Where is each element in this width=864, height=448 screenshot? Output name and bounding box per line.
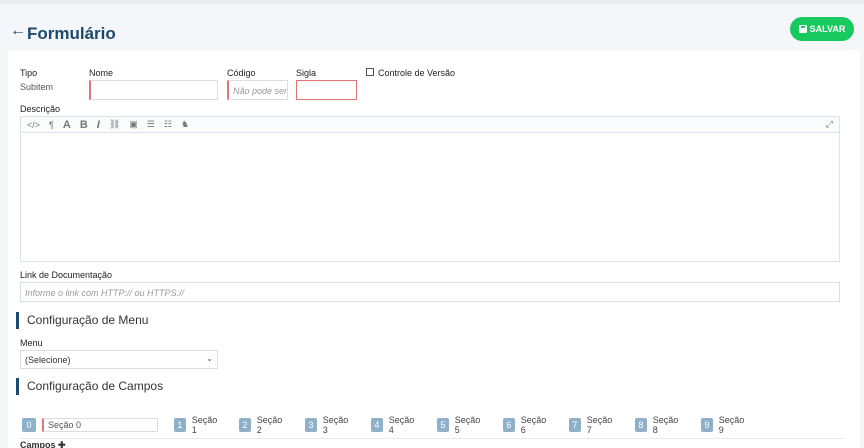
clear-format-icon[interactable]: ♞	[181, 119, 189, 130]
tab-label: Seção 3	[322, 415, 349, 435]
tipo-label: Tipo	[20, 68, 38, 78]
tab-label: Seção 6	[520, 415, 547, 435]
codigo-label: Código	[227, 68, 256, 78]
link-label: Link de Documentação	[20, 270, 113, 280]
tab-secao-2[interactable]: 2 Seção 2	[239, 415, 285, 435]
floppy-disk-icon	[798, 25, 807, 33]
menu-label: Menu	[20, 338, 43, 348]
tab-number: 7	[569, 418, 581, 432]
tab-label: Seção 1	[191, 415, 218, 435]
chevron-down-icon: ⌄	[206, 354, 213, 363]
controle-versao-checkbox[interactable]	[366, 68, 374, 76]
form-card: Tipo Subitem Nome Código Não pode ser Si…	[8, 50, 860, 448]
top-strip	[0, 0, 864, 4]
tab-number: 9	[701, 418, 713, 432]
tab-label: Seção 8	[652, 415, 679, 435]
controle-versao-label: Controle de Versão	[378, 68, 456, 78]
ordered-list-icon[interactable]: ☷	[164, 119, 172, 130]
section-name-input[interactable]: Seção 0	[42, 418, 158, 432]
code-view-icon[interactable]: </>	[27, 120, 40, 130]
description-editor[interactable]	[20, 133, 840, 262]
sigla-input[interactable]	[296, 80, 357, 100]
back-arrow-icon[interactable]: ←	[10, 22, 26, 40]
tab-secao-3[interactable]: 3 Seção 3	[305, 415, 351, 435]
paragraph-icon[interactable]: ¶	[49, 120, 54, 130]
menu-select-value: (Selecione)	[25, 355, 71, 365]
campos-section-title: Configuração de Campos	[16, 378, 163, 395]
tab-secao-1[interactable]: 1 Seção 1	[174, 415, 220, 435]
nome-input[interactable]	[89, 80, 218, 100]
unordered-list-icon[interactable]: ☰	[147, 119, 155, 130]
page-header: ← Formulário SALVAR	[0, 14, 864, 54]
tab-number: 4	[371, 418, 383, 432]
tab-label: Seção 4	[388, 415, 415, 435]
nome-label: Nome	[89, 68, 114, 78]
descricao-label: Descrição	[20, 104, 61, 114]
tab-number: 6	[503, 418, 515, 432]
tab-secao-5[interactable]: 5 Seção 5	[437, 415, 483, 435]
tab-number: 3	[305, 418, 317, 432]
campos-add-label[interactable]: Campos ✚	[20, 440, 66, 448]
tab-label: Seção 5	[454, 415, 481, 435]
tab-secao-6[interactable]: 6 Seção 6	[503, 415, 549, 435]
tab-secao-0[interactable]: 0 Seção 0	[22, 417, 158, 433]
codigo-input[interactable]: Não pode ser	[227, 80, 288, 100]
tab-number: 5	[437, 418, 449, 432]
save-button[interactable]: SALVAR	[790, 17, 854, 41]
image-icon[interactable]: ▣	[129, 119, 138, 130]
page-title: Formulário	[27, 24, 116, 43]
link-icon[interactable]: ⛓	[109, 119, 120, 130]
font-style-icon[interactable]: A	[63, 119, 71, 131]
tab-secao-4[interactable]: 4 Seção 4	[371, 415, 417, 435]
tab-secao-8[interactable]: 8 Seção 8	[635, 415, 681, 435]
tab-number: 1	[174, 418, 186, 432]
tab-number: 8	[635, 418, 647, 432]
editor-toolbar: </> ¶ A B I ⛓ ▣ ☰ ☷ ♞ ⤢	[20, 116, 840, 133]
fullscreen-icon[interactable]: ⤢	[826, 119, 833, 130]
tab-secao-7[interactable]: 7 Seção 7	[569, 415, 615, 435]
save-button-label: SALVAR	[809, 24, 846, 34]
tab-number: 0	[22, 418, 36, 432]
tab-secao-9[interactable]: 9 Seção 9	[701, 415, 747, 435]
menu-select[interactable]: (Selecione) ⌄	[20, 350, 218, 369]
link-input[interactable]: Informe o link com HTTP:// ou HTTPS://	[20, 282, 840, 302]
tab-label: Seção 9	[718, 415, 745, 435]
sigla-label: Sigla	[296, 68, 317, 78]
italic-icon[interactable]: I	[97, 119, 100, 131]
tipo-value: Subitem	[20, 82, 54, 92]
divider	[20, 438, 844, 439]
menu-section-title: Configuração de Menu	[16, 312, 148, 329]
bold-icon[interactable]: B	[80, 119, 88, 131]
tab-number: 2	[239, 418, 251, 432]
tab-label: Seção 2	[256, 415, 283, 435]
tab-label: Seção 7	[586, 415, 613, 435]
